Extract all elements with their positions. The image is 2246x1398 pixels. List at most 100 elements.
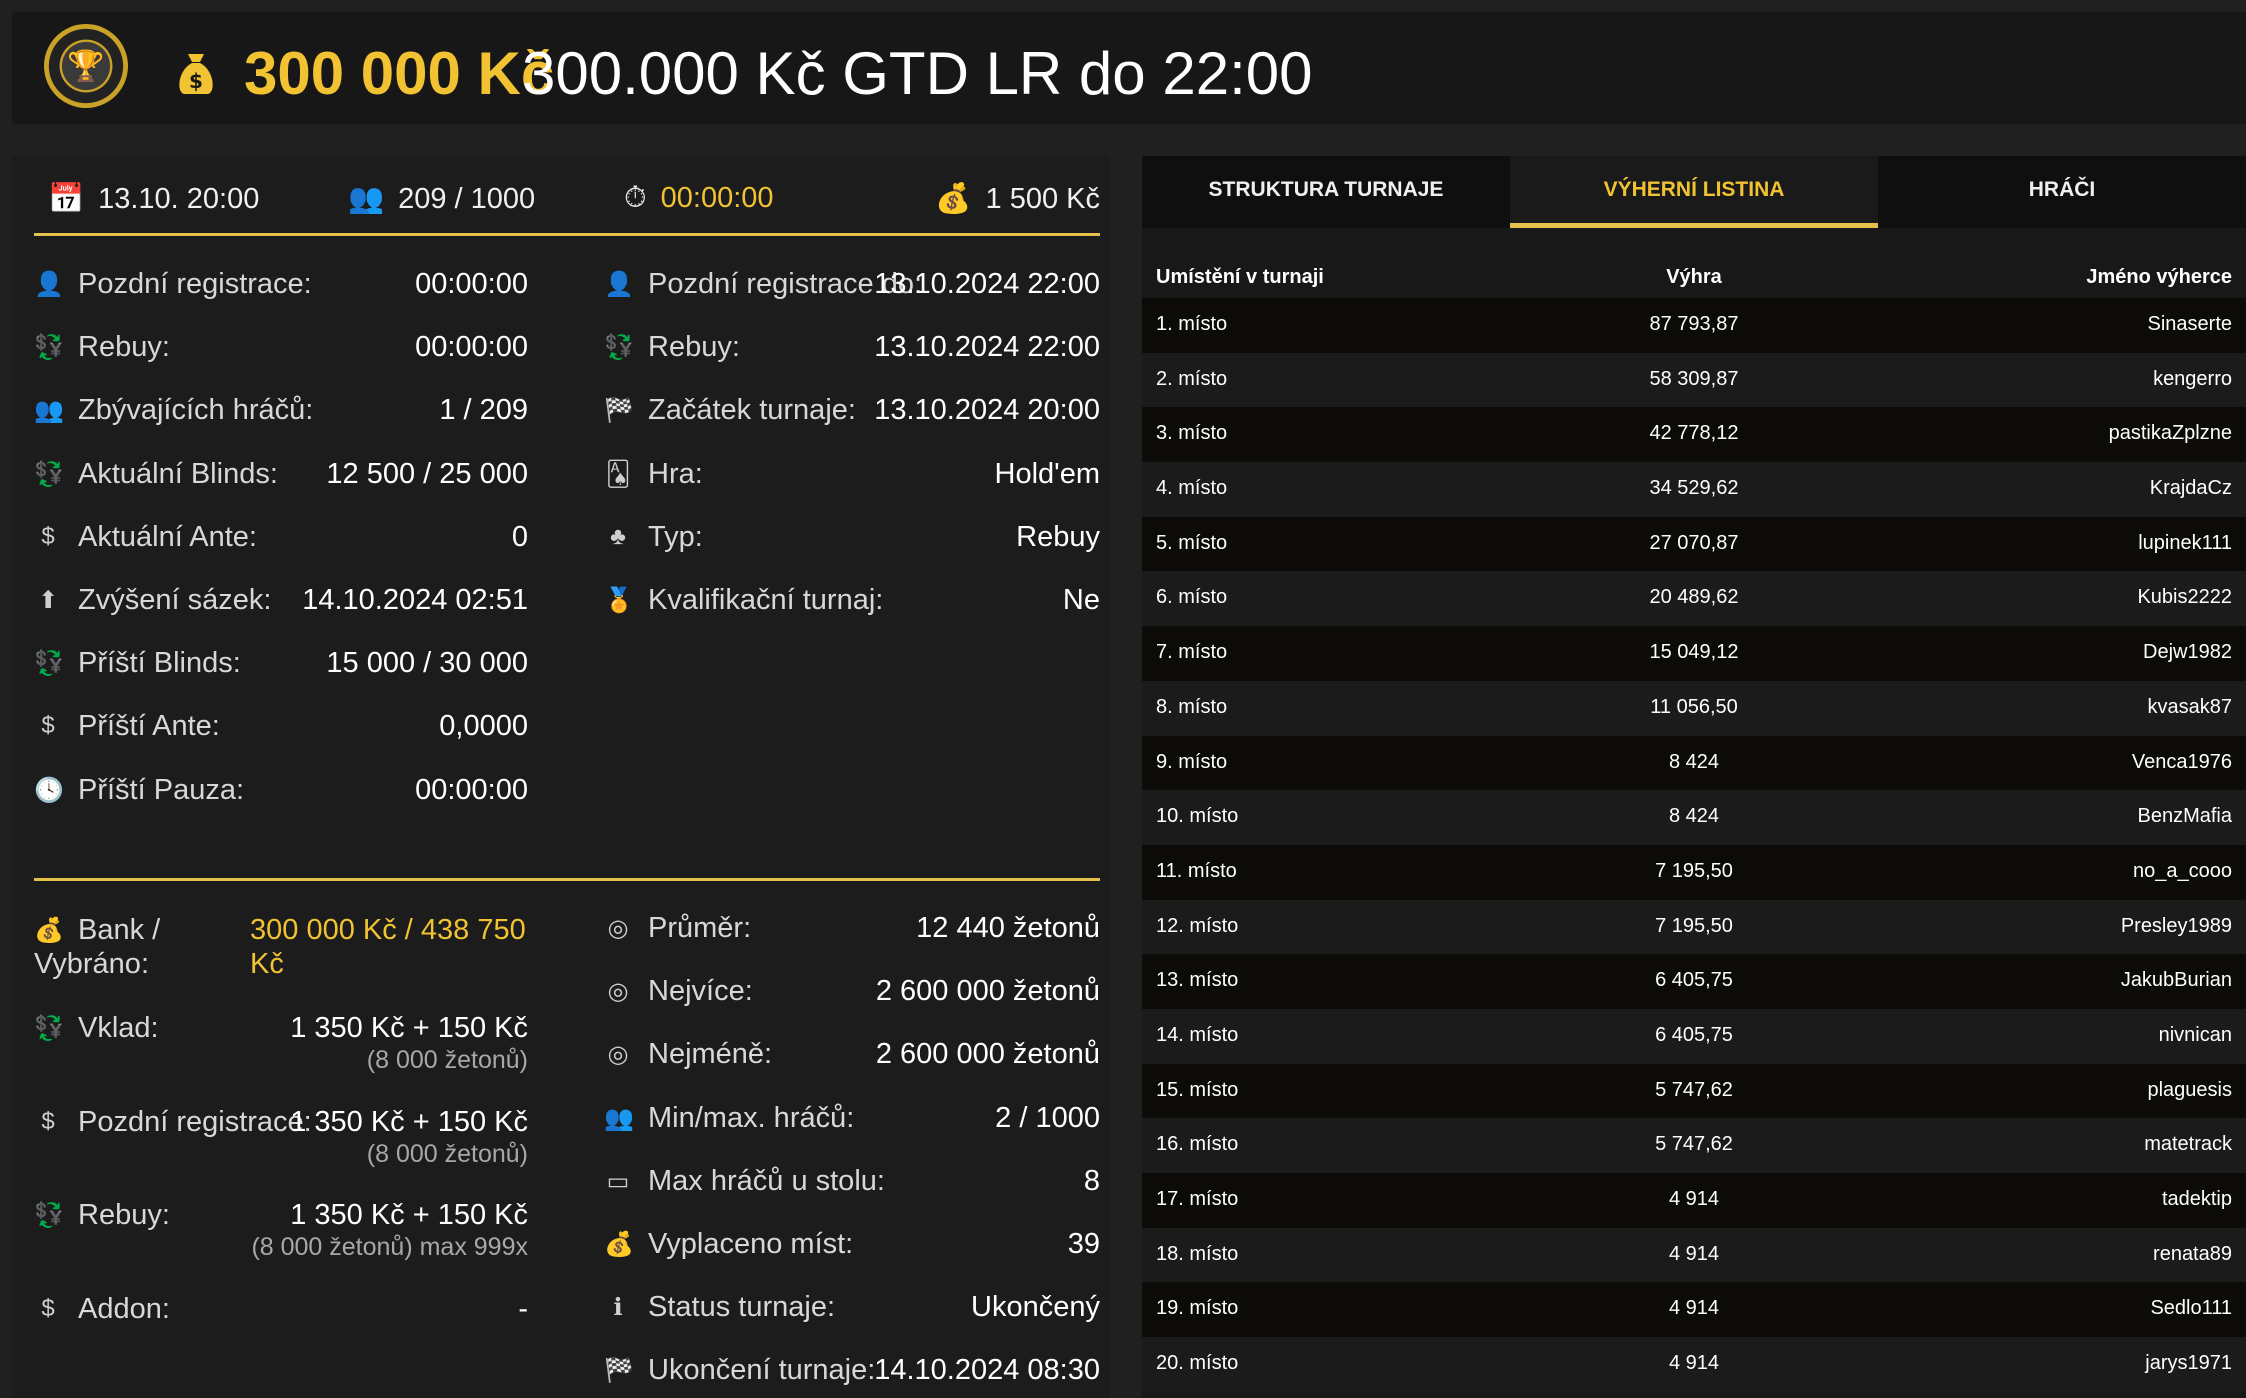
bank-label-2: Vybráno: — [34, 948, 149, 980]
winner-cell: JakubBurian — [2120, 969, 2232, 992]
table-row: 5. místo 27 070,87 lupinek111 — [1142, 516, 2246, 572]
info-row: ◎ Nejvíce: 2 600 000 žetonů — [604, 975, 1100, 1011]
person-plus-icon: 👤 — [34, 271, 64, 298]
placement-cell: 14. místo — [1156, 1023, 1239, 1046]
table-row: 1. místo 87 793,87 Sinaserte — [1142, 298, 2246, 353]
table-row: 10. místo 8 424 BenzMafia — [1142, 790, 2246, 845]
winner-cell: nivnican — [2158, 1023, 2232, 1046]
table-row: 3. místo 42 778,12 pastikaZplzne — [1142, 407, 2246, 463]
rebuy-icon: 💱 — [34, 1015, 64, 1042]
winner-cell: Presley1989 — [2120, 914, 2232, 937]
info-subvalue: (8 000 žetonů) max 999x — [251, 1233, 528, 1261]
winner-cell: Sinaserte — [2147, 313, 2233, 335]
winner-cell: pastikaZplzne — [2108, 422, 2232, 445]
tab-players[interactable]: HRÁČI — [1878, 156, 2246, 228]
flag-icon: 🏁 — [604, 397, 634, 425]
prize-cell: 6 405,75 — [1655, 969, 1733, 992]
info-row: ℹ Status turnaje: Ukončený — [604, 1291, 1100, 1327]
info-value: 13.10.2024 22:00 — [874, 331, 1100, 364]
info-label: Aktuální Ante: — [78, 520, 257, 553]
info-row: 🕓 Příští Pauza: 00:00:00 — [34, 774, 528, 810]
prize-cell: 4 914 — [1668, 1242, 1720, 1265]
payout-icon: 💰 — [935, 183, 972, 215]
info-icon: ℹ — [613, 1294, 623, 1322]
col-prize: Výhra — [1666, 266, 1722, 288]
placement-cell: 12. místo — [1156, 914, 1239, 937]
users-icon: 👥 — [34, 397, 64, 425]
winner-cell: no_a_cooo — [2133, 859, 2232, 882]
prize-cell: 8 424 — [1668, 805, 1720, 828]
col-winner: Jméno výherce — [2086, 266, 2232, 288]
col-placement: Umístění v turnaji — [1156, 266, 1324, 288]
info-label: Příští Pauza: — [78, 773, 245, 806]
money-bag-icon: 💰 — [34, 917, 64, 944]
prize-cell: 6 405,75 — [1655, 1023, 1733, 1046]
info-row: ♣ Typ: Rebuy — [604, 521, 1100, 557]
info-value: 14.10.2024 08:30 — [874, 1354, 1100, 1387]
table-icon: ▭ — [606, 1167, 630, 1195]
flag-icon: 🏁 — [604, 1357, 634, 1385]
tab-payouts[interactable]: VÝHERNÍ LISTINA — [1510, 156, 1878, 228]
info-value: 00:00:00 — [415, 773, 528, 806]
payout-table: 1. místo 87 793,87 Sinaserte 2. místo 58 309… — [1142, 298, 2246, 1392]
placement-cell: 13. místo — [1156, 969, 1239, 992]
info-row: 👥 Min/max. hráčů: 2 / 1000 — [604, 1102, 1100, 1138]
info-value: Rebuy — [1016, 520, 1100, 553]
info-subvalue: (8 000 žetonů) — [366, 1139, 528, 1168]
tab-structure[interactable]: STRUKTURA TURNAJE — [1142, 156, 1510, 228]
table-row: 4. místo 34 529,62 KrajdaCz — [1142, 462, 2246, 517]
placement-cell: 8. místo — [1156, 695, 1228, 718]
info-label: Typ: — [648, 520, 703, 553]
chip-icon: ◎ — [607, 1041, 629, 1069]
placement-cell: 4. místo — [1156, 477, 1228, 500]
info-row: $ Příští Ante: 0,0000 — [34, 710, 528, 746]
prize-cell: 20 489,62 — [1649, 586, 1739, 609]
info-row: ▭ Max hráčů u stolu: 8 — [604, 1165, 1100, 1201]
results-panel: STRUKTURA TURNAJE VÝHERNÍ LISTINA HRÁČI … — [1142, 156, 2246, 1398]
chip-icon: ◎ — [607, 915, 629, 942]
placement-cell: 10. místo — [1156, 805, 1239, 828]
table-row: 15. místo 5 747,62 plaguesis — [1142, 1063, 2246, 1119]
table-row: 20. místo 4 914 jarys1971 — [1142, 1337, 2246, 1392]
coin-icon: $ — [41, 1294, 55, 1322]
trophy-chip-icon: 🏆 — [44, 24, 128, 108]
rebuy-icon: 💱 — [604, 334, 634, 362]
prize-cell: 42 778,12 — [1649, 422, 1739, 445]
info-value: 15 000 / 30 000 — [326, 647, 528, 680]
info-value: 2 600 000 žetonů — [875, 1038, 1100, 1071]
info-value: 1 350 Kč + 150 Kč — [290, 1012, 528, 1044]
info-value: 00:00:00 — [415, 331, 528, 364]
table-row: 2. místo 58 309,87 kengerro — [1142, 352, 2246, 408]
placement-cell: 6. místo — [1156, 586, 1228, 609]
prize-pool-amount: 300 000 Kč — [244, 40, 555, 107]
info-row: ⬆ Zvýšení sázek: 14.10.2024 02:51 — [34, 584, 528, 620]
prize-cell: 5 747,62 — [1655, 1078, 1733, 1101]
info-label: Zvýšení sázek: — [78, 584, 272, 616]
table-row: 7. místo 15 049,12 Dejw1982 — [1142, 626, 2246, 681]
calendar-icon: 📅 — [48, 183, 85, 215]
info-value: 12 440 žetonů — [916, 912, 1100, 944]
winner-cell: kengerro — [2153, 367, 2232, 390]
prize-cell: 7 195,50 — [1655, 859, 1733, 882]
info-label: Rebuy: — [78, 1199, 170, 1231]
person-plus-icon: 👤 — [604, 271, 634, 298]
winner-cell: Venca1976 — [2131, 750, 2232, 773]
prize-cell: 8 424 — [1668, 750, 1720, 773]
section-divider — [34, 878, 1100, 881]
info-label: Zbývajících hráčů: — [78, 394, 314, 427]
arrow-up-icon: ⬆ — [37, 587, 59, 614]
info-row: $ Pozdní registrace: 1 350 Kč + 150 Kč (8 0… — [34, 1106, 528, 1168]
info-label: Status turnaje: — [648, 1291, 835, 1324]
info-label: Příští Ante: — [78, 710, 220, 743]
table-row: 6. místo 20 489,62 Kubis2222 — [1142, 571, 2246, 627]
table-row: 11. místo 7 195,50 no_a_cooo — [1142, 844, 2246, 900]
rebuy-icon: 💱 — [34, 460, 64, 488]
info-label: Příští Blinds: — [78, 647, 241, 680]
info-row: 🏁 Začátek turnaje: 13.10.2024 20:00 — [604, 394, 1100, 430]
info-label: Rebuy: — [78, 331, 170, 364]
summary-bar: 📅 13.10. 20:00 👥 209 / 1000 ⏱ 00:00:00 💰… — [34, 176, 1100, 236]
info-row: 💱 Aktuální Blinds: 12 500 / 25 000 — [34, 458, 528, 494]
prize-cell: 7 195,50 — [1655, 914, 1733, 937]
prize-cell: 27 070,87 — [1649, 531, 1739, 554]
rebuy-icon: 💱 — [34, 1202, 64, 1229]
